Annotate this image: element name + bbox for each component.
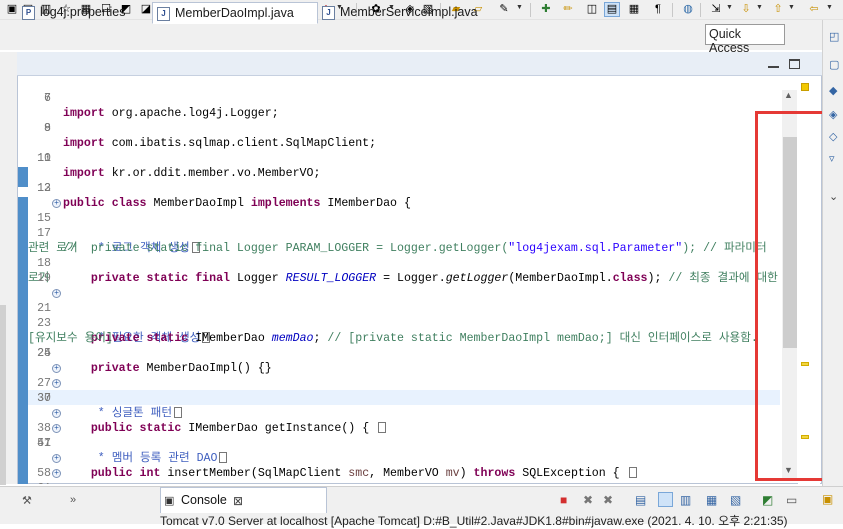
tab-memberserviceimpl-java[interactable]: J MemberServiceImpl.java xyxy=(318,2,478,24)
code-line: [유지보수 용이] xyxy=(28,332,113,345)
outline-icon[interactable]: ◆ xyxy=(829,84,837,97)
code-line: 21 + * 필요한 객체 생성 xyxy=(28,286,211,345)
java-file-icon: J xyxy=(157,7,170,21)
code-line: 18 private static final Logger RESULT_LO… xyxy=(37,257,778,285)
fold-expand-icon[interactable]: + xyxy=(52,379,61,388)
console-icon: ▣ xyxy=(164,495,175,507)
code-line: 24 private MemberDaoImpl() {} xyxy=(37,347,272,375)
console-tab-label: Console xyxy=(181,493,227,507)
overflow-icon[interactable]: » xyxy=(70,494,76,506)
code-line: 27 + * 싱글톤 패턴 xyxy=(28,361,182,420)
block-select-icon[interactable]: ▦ xyxy=(626,2,642,17)
code-line: 38 + * 멤버 등록 관련 DAO xyxy=(28,406,228,465)
overview-summary-icon[interactable] xyxy=(801,83,809,91)
scroll-up-icon[interactable]: ▲ xyxy=(784,90,793,100)
display-console-icon[interactable]: ▭ xyxy=(786,493,797,507)
edit-icon[interactable]: ✏ xyxy=(560,2,576,17)
maximize-icon[interactable] xyxy=(789,59,800,69)
change-bar xyxy=(18,197,28,484)
task-list-icon[interactable]: ◈ xyxy=(829,108,837,121)
scroll-lock-icon[interactable] xyxy=(658,492,673,507)
code-line: 6 import org.apache.log4j.Logger; xyxy=(44,92,279,120)
pin-console-icon[interactable]: ▧ xyxy=(730,493,741,507)
prev-annotation-icon[interactable]: ⇩ xyxy=(738,2,754,17)
fold-expand-icon[interactable]: + xyxy=(52,454,61,463)
open-console-icon[interactable]: ◩ xyxy=(762,493,773,507)
highlight-box xyxy=(755,111,826,481)
word-wrap-icon[interactable]: ▥ xyxy=(680,493,691,507)
filter-icon[interactable]: ▿ xyxy=(829,152,835,165)
properties-file-icon: P xyxy=(22,6,35,20)
fold-expand-icon[interactable]: + xyxy=(52,409,61,418)
code-editor[interactable]: 6 import org.apache.log4j.Logger; 8 impo… xyxy=(28,76,780,484)
tab-label: MemberDaoImpl.java xyxy=(175,6,294,20)
terminate-icon[interactable]: ■ xyxy=(560,493,567,507)
left-scroll-thumb[interactable] xyxy=(0,305,6,485)
remove-all-icon[interactable]: ✖ xyxy=(603,493,613,507)
code-line: 23 private static IMemberDao memDao; // … xyxy=(37,317,758,345)
console-status-text: Tomcat v7.0 Server at localhost [Apache … xyxy=(160,514,788,528)
pilcrow-icon[interactable]: ¶ xyxy=(650,2,666,17)
minimize-panel-icon[interactable]: ▢ xyxy=(829,58,839,71)
maximize-icon[interactable]: ▣ xyxy=(822,492,833,506)
up-icon[interactable]: ⇧ xyxy=(770,2,786,17)
annotation-icon[interactable]: ✚ xyxy=(538,2,554,17)
editor-tab-bar xyxy=(17,52,822,76)
search-icon[interactable]: ✎ xyxy=(496,2,512,17)
minimize-icon[interactable] xyxy=(768,66,779,68)
tab-log4j-properties[interactable]: P log4j.properties xyxy=(18,2,151,24)
chevron-down-icon[interactable]: ⌄ xyxy=(829,190,838,203)
globe-icon[interactable]: ◍ xyxy=(680,2,696,17)
code-line: 12 public class MemberDaoImpl implements… xyxy=(37,182,411,210)
fold-expand-icon[interactable]: + xyxy=(52,364,61,373)
code-line: 15 + * 로그 객체 생성 xyxy=(28,196,200,255)
close-icon[interactable]: ⊠ xyxy=(233,494,243,508)
mark-occurrences-icon[interactable]: ▤ xyxy=(604,2,620,17)
java-file-icon: J xyxy=(322,6,335,20)
tab-memberdaoimpl-java[interactable]: J MemberDaoImpl.java ⊠ xyxy=(152,2,333,24)
code-line: 58 + * DB에 값이 존재하는지 여부를 판단하기 위한 DAO xyxy=(28,451,61,480)
tab-label: log4j.properties xyxy=(40,5,126,19)
fold-expand-icon[interactable]: + xyxy=(52,424,61,433)
code-line: 30 + public static IMemberDao getInstanc… xyxy=(28,376,387,435)
fold-expand-icon[interactable]: + xyxy=(52,199,61,208)
code-line: 10 import kr.or.ddit.member.vo.MemberVO; xyxy=(37,152,321,180)
back-icon[interactable]: ⇦ xyxy=(806,2,822,17)
quick-access-field[interactable]: Quick Access xyxy=(705,24,785,55)
toggle-icon[interactable]: ◫ xyxy=(584,2,600,17)
show-console-icon[interactable]: ▦ xyxy=(706,493,717,507)
code-line: 41 + public int insertMember(SqlMapClien… xyxy=(28,421,637,480)
fold-expand-icon[interactable]: + xyxy=(52,469,61,478)
servers-icon[interactable]: ⚒ xyxy=(22,494,32,507)
remove-launch-icon[interactable]: ✖ xyxy=(583,493,593,507)
clear-console-icon[interactable]: ▤ xyxy=(635,493,646,507)
tab-label: MemberServiceImpl.java xyxy=(340,5,478,19)
code-line: 8 import com.ibatis.sqlmap.client.SqlMap… xyxy=(44,122,377,150)
change-bar xyxy=(18,167,28,187)
code-line: 17 // private static final Logger PARAM_… xyxy=(37,227,767,255)
code-line: 로거 xyxy=(28,272,50,285)
hierarchy-icon[interactable]: ◇ xyxy=(829,130,837,143)
fold-expand-icon[interactable]: + xyxy=(52,289,61,298)
next-annotation-icon[interactable]: ⇲ xyxy=(708,2,724,17)
code-line: 61 + public boolean checkMember(SqlMapCl… xyxy=(28,466,61,484)
perspective-icon[interactable]: ◰ xyxy=(829,30,839,43)
code-line: 관련 로거 xyxy=(28,242,78,255)
